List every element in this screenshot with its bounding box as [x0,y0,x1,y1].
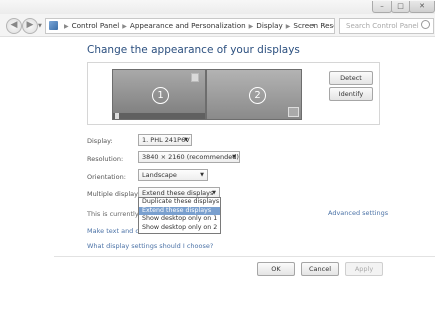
chevron-down-icon: ▼ [184,137,188,143]
multiple-displays-label: Multiple displays: [87,190,144,198]
breadcrumb-separator-icon: ▶ [122,23,127,30]
display-label: Display: [87,137,113,145]
window-preview-icon [288,107,299,117]
recent-pages-chevron-icon[interactable]: ▼ [38,23,42,29]
display-settings-help-link[interactable]: What display settings should I choose? [87,242,213,250]
dropdown-option-extend[interactable]: Extend these displays [139,206,220,215]
breadcrumb-separator-icon: ▶ [64,23,69,30]
monitor-2-tile[interactable]: 2 [206,69,302,120]
multiple-displays-select-value: Extend these displays [142,189,214,197]
dropdown-option-duplicate[interactable]: Duplicate these displays [139,198,220,207]
dropdown-option-show-1[interactable]: Show desktop only on 1 [139,215,220,224]
dropdown-option-show-2[interactable]: Show desktop only on 2 [139,224,220,233]
footer-divider [54,256,435,257]
back-button[interactable]: ◀ [6,18,22,34]
monitor-2-number: 2 [249,87,266,104]
chevron-down-icon: ▼ [200,172,204,178]
orientation-select-value: Landscape [142,171,177,179]
display-select-value: 1. PHL 241P6V [142,136,190,144]
breadcrumb-display[interactable]: Display [256,21,283,30]
close-button[interactable]: ✕ [409,1,435,13]
search-placeholder: Search Control Panel [346,22,419,30]
multiple-displays-dropdown[interactable]: Duplicate these displays Extend these di… [138,197,221,234]
address-dropdown-icon[interactable]: ▾ [312,19,315,33]
apply-button[interactable]: Apply [345,262,383,276]
minimize-button[interactable]: – [372,1,392,13]
search-icon [421,20,430,29]
ok-button[interactable]: OK [257,262,295,276]
orientation-label: Orientation: [87,173,126,181]
start-button-preview-icon [115,113,119,119]
cancel-button[interactable]: Cancel [301,262,339,276]
monitor-1-tile[interactable]: 1 [112,69,206,120]
screen-resolution-window: – □ ✕ ◀ ▶ ▼ ▶ Control Panel ▶ Appearance an… [0,0,435,320]
taskbar-preview [113,113,205,119]
resolution-select-value: 3840 × 2160 (recommended) [142,153,239,161]
breadcrumb-appearance[interactable]: Appearance and Personalization [130,21,246,30]
resolution-label: Resolution: [87,155,124,163]
monitor-1-number: 1 [152,87,169,104]
orientation-select[interactable]: Landscape ▼ [138,169,208,181]
breadcrumb-separator-icon: ▶ [248,23,254,30]
primary-window-icon [191,73,199,82]
display-select[interactable]: 1. PHL 241P6V ▼ [138,134,192,146]
navigation-bar: ◀ ▶ ▼ ▶ Control Panel ▶ Appearance and Pers… [0,14,435,37]
breadcrumb-separator-icon: ▶ [285,23,291,30]
detect-button[interactable]: Detect [329,71,373,85]
breadcrumb-control-panel[interactable]: Control Panel [72,21,120,30]
page-title: Change the appearance of your displays [87,44,300,56]
search-input[interactable]: Search Control Panel [339,18,434,34]
maximize-button[interactable]: □ [391,1,410,13]
identify-button[interactable]: Identify [329,87,373,101]
title-bar: – □ ✕ [0,0,435,14]
chevron-down-icon: ▼ [232,154,236,160]
advanced-settings-link[interactable]: Advanced settings [328,209,388,217]
forward-button[interactable]: ▶ [22,18,38,34]
address-bar[interactable]: ▶ Control Panel ▶ Appearance and Personaliz… [45,18,335,34]
resolution-select[interactable]: 3840 × 2160 (recommended) ▼ [138,151,240,163]
refresh-icon[interactable]: ↻ [322,19,327,33]
control-panel-icon [49,21,58,30]
